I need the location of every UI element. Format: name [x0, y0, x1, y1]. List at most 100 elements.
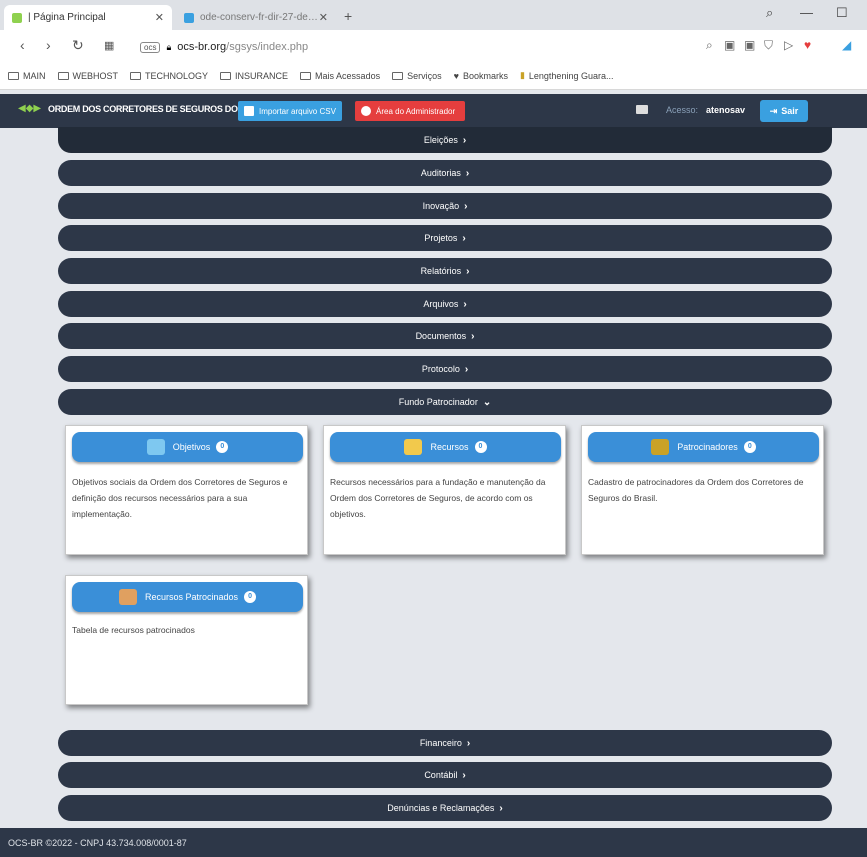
bookmark-technology[interactable]: TECHNOLOGY	[130, 71, 208, 81]
footer: OCS-BR ©2022 - CNPJ 43.734.008/0001-87	[0, 828, 867, 857]
minimize-icon[interactable]: —	[800, 5, 813, 20]
logout-icon: ⇥	[769, 105, 778, 116]
chevron-right-icon: ›	[465, 167, 470, 179]
folder-icon	[300, 71, 312, 80]
card-description: Recursos necessários para a fundação e m…	[330, 477, 546, 519]
section-auditorias[interactable]: Auditorias ›	[58, 160, 832, 186]
section-relatorios[interactable]: Relatórios ›	[58, 258, 832, 284]
tab-title: | Página Principal	[28, 12, 106, 23]
zoom-icon[interactable]: ⌕	[706, 38, 713, 53]
browser-tab-bar: | Página Principal ✕ ode-conserv-fr-dir-…	[0, 0, 867, 30]
back-icon[interactable]: ‹	[20, 37, 25, 53]
new-tab-button[interactable]: +	[344, 8, 352, 24]
reload-icon[interactable]: ↻	[72, 37, 84, 54]
card-description: Cadastro de patrocinadores da Ordem dos …	[588, 477, 804, 503]
play-icon[interactable]: ▷	[784, 38, 793, 52]
chevron-right-icon: ›	[462, 134, 467, 146]
card-recursos: Recursos 0 Recursos necessários para a f…	[323, 425, 566, 555]
browser-tab-active[interactable]: | Página Principal ✕	[4, 5, 172, 30]
section-eleicoes[interactable]: Eleições ›	[58, 127, 832, 153]
recursos-patrocinados-button[interactable]: Recursos Patrocinados 0	[72, 582, 303, 612]
bookmark-servicos[interactable]: Serviços	[392, 71, 442, 81]
folder-icon	[57, 71, 69, 80]
search-tabs-icon[interactable]: ⌕	[766, 5, 773, 21]
user-label: Acesso:	[666, 105, 699, 115]
address-bar-row	[0, 30, 867, 62]
sponsor-icon	[651, 439, 670, 455]
admin-area-button[interactable]: Área do Administrador	[355, 101, 465, 121]
bookmark-mais-acessados[interactable]: Mais Acessados	[300, 71, 380, 81]
bookmark-main[interactable]: MAIN	[8, 71, 46, 81]
section-projetos[interactable]: Projetos ›	[58, 225, 832, 251]
section-protocolo[interactable]: Protocolo ›	[58, 356, 832, 382]
tab-title: ode-conserv-fr-dir-27-de…	[200, 12, 318, 23]
target-icon	[146, 439, 165, 455]
section-contabil[interactable]: Contábil ›	[58, 762, 832, 788]
circle-icon	[361, 106, 371, 116]
forward-icon[interactable]: ›	[46, 37, 51, 53]
card-objetivos: Objetivos 0 Objetivos sociais da Ordem d…	[65, 425, 308, 555]
extension-icon[interactable]: ▣	[744, 38, 755, 52]
count-badge: 0	[216, 441, 229, 453]
tab-favicon-icon	[12, 12, 22, 23]
recursos-button[interactable]: Recursos 0	[330, 432, 561, 462]
section-inovacao[interactable]: Inovação ›	[58, 193, 832, 219]
card-description: Tabela de recursos patrocinados	[72, 625, 195, 635]
chevron-right-icon: ›	[462, 232, 466, 244]
chevron-right-icon: ›	[466, 737, 471, 749]
section-documentos[interactable]: Documentos ›	[58, 323, 832, 349]
bookmark-webhost[interactable]: WEBHOST	[57, 71, 118, 81]
profile-icon[interactable]: ◢	[842, 38, 851, 52]
section-denuncias[interactable]: Denúncias e Reclamações ›	[58, 795, 832, 821]
bookmark-insurance[interactable]: INSURANCE	[220, 71, 288, 81]
chevron-right-icon: ›	[499, 802, 503, 814]
section-financeiro[interactable]: Financeiro ›	[58, 730, 832, 756]
card-patrocinadores: Patrocinadores 0 Cadastro de patrocinado…	[581, 425, 824, 555]
person-icon	[118, 589, 137, 605]
patrocinadores-button[interactable]: Patrocinadores 0	[588, 432, 819, 462]
maximize-icon[interactable]: ☐	[836, 5, 848, 21]
section-arquivos[interactable]: Arquivos ›	[58, 291, 832, 317]
url-field[interactable]: ocs 🔒︎ ocs-br.org /sgsys/index.php	[140, 38, 308, 56]
card-recursos-patrocinados: Recursos Patrocinados 0 Tabela de recurs…	[65, 575, 308, 705]
chevron-right-icon: ›	[464, 200, 468, 212]
lock-icon: 🔒︎	[166, 41, 172, 52]
envelope-icon	[404, 439, 423, 455]
heart-icon: ♥	[453, 70, 459, 81]
chevron-right-icon: ›	[466, 265, 470, 277]
url-badge: ocs	[140, 41, 161, 53]
id-card-icon	[636, 105, 648, 114]
count-badge: 0	[474, 441, 487, 453]
chevron-right-icon: ›	[462, 769, 466, 781]
logo-icon: ◀◆▶	[18, 103, 42, 114]
chevron-down-icon: ⌄	[482, 396, 492, 408]
translate-icon[interactable]: ▣	[724, 38, 735, 52]
folder-icon	[8, 71, 19, 80]
count-badge: 0	[244, 591, 257, 603]
logout-button[interactable]: ⇥ Sair	[760, 100, 808, 122]
tab-favicon-icon	[184, 12, 194, 23]
chevron-right-icon: ›	[464, 363, 469, 375]
footer-text: OCS-BR ©2022 - CNPJ 43.734.008/0001-87	[8, 837, 187, 848]
close-tab-icon[interactable]: ✕	[319, 11, 328, 24]
grid-icon	[244, 106, 254, 116]
folder-icon	[392, 71, 404, 80]
chevron-right-icon: ›	[471, 330, 475, 342]
bookmarks-bar: MAIN WEBHOST TECHNOLOGY INSURANCE Mais A…	[0, 62, 867, 90]
folder-icon	[220, 71, 232, 80]
browser-tab-inactive[interactable]: ode-conserv-fr-dir-27-de… ✕	[176, 5, 336, 30]
import-csv-button[interactable]: Importar arquivo CSV	[238, 101, 342, 121]
chevron-right-icon: ›	[463, 298, 467, 310]
bookmark-icon: ▮	[519, 70, 525, 80]
card-description: Objetivos sociais da Ordem dos Corretore…	[72, 477, 288, 519]
section-fundo-patrocinador[interactable]: Fundo Patrocinador ⌄	[58, 389, 832, 415]
user-name: atenosav	[706, 105, 746, 115]
apps-grid-icon[interactable]: ▦	[104, 39, 114, 52]
bookmark-bookmarks[interactable]: ♥ Bookmarks	[454, 71, 508, 81]
bookmark-lengthening[interactable]: ▮ Lengthening Guara...	[520, 70, 614, 81]
objetivos-button[interactable]: Objetivos 0	[72, 432, 303, 462]
count-badge: 0	[743, 441, 756, 453]
heart-icon[interactable]: ♥	[804, 38, 811, 52]
close-tab-icon[interactable]: ✕	[155, 11, 164, 24]
shield-icon[interactable]: ⛉	[764, 38, 773, 53]
